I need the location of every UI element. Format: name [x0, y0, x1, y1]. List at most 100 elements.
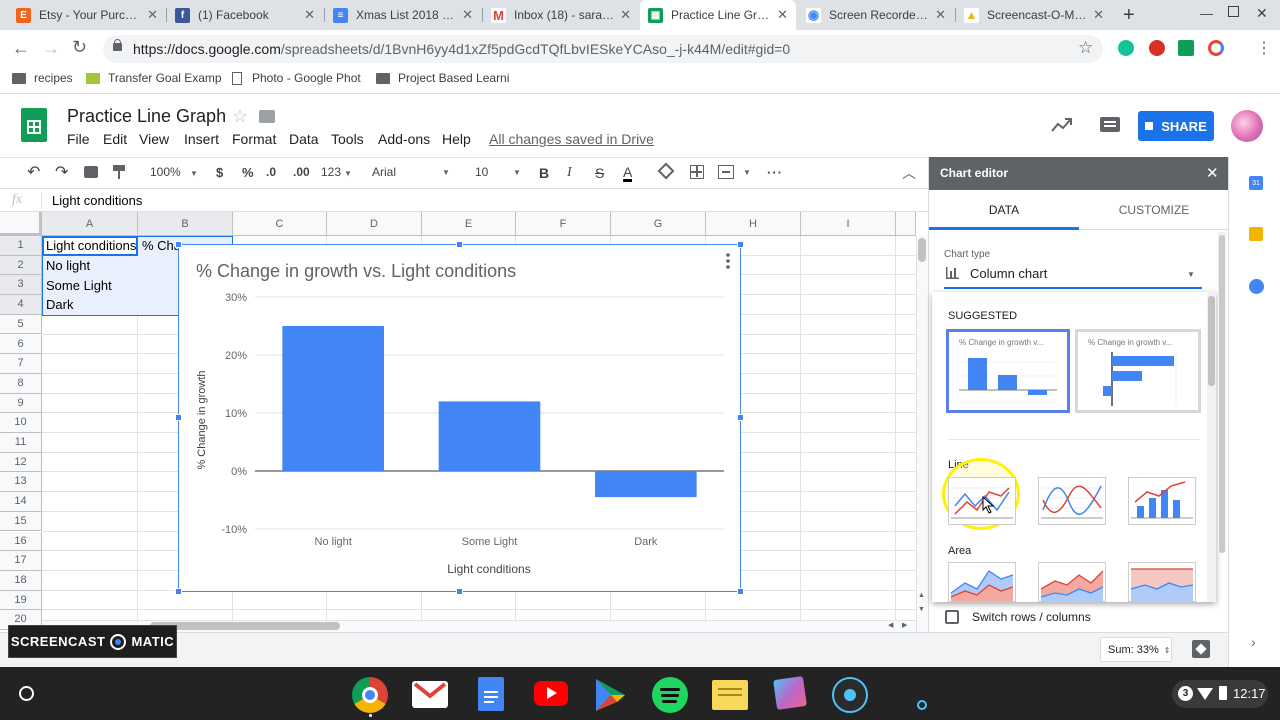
suggested-column-chart[interactable]: % Change in growth v... — [946, 329, 1070, 413]
bookmark-star-icon[interactable]: ☆ — [1078, 38, 1093, 58]
cell-a4[interactable]: Dark — [43, 297, 137, 312]
resize-handle-se[interactable] — [737, 588, 744, 595]
menu-data[interactable]: Data — [289, 131, 319, 147]
currency-format-button[interactable]: $ — [216, 165, 223, 180]
cell-a1[interactable]: Light conditions — [43, 238, 137, 253]
screencast-app-icon[interactable] — [832, 677, 868, 713]
chrome-app-icon[interactable] — [352, 677, 388, 713]
close-icon[interactable]: ✕ — [935, 7, 946, 23]
resize-handle-s[interactable] — [456, 588, 463, 595]
notification-count[interactable]: 3 — [1178, 686, 1193, 701]
sheets-extension-icon[interactable] — [1178, 40, 1194, 56]
row-header-10[interactable]: 10 — [0, 413, 42, 433]
explore-icon[interactable] — [1192, 640, 1210, 658]
select-all-corner[interactable] — [0, 212, 42, 236]
tab-screencast-o-matic[interactable]: ▲ Screencast-O-Matic ✕ — [956, 0, 1112, 30]
recorder-extension-icon[interactable] — [1208, 40, 1224, 56]
editor-scroll-thumb[interactable] — [1219, 235, 1225, 553]
tab-screen-recorder[interactable]: ◉ Screen Recorder Ch ✕ — [798, 0, 954, 30]
more-formats-select[interactable]: 123 ▼ — [321, 165, 352, 179]
minimize-icon[interactable]: — — [1200, 6, 1213, 21]
scroll-left-icon[interactable]: ◀ — [888, 621, 893, 629]
menu-help[interactable]: Help — [442, 131, 471, 147]
reload-icon[interactable]: ↻ — [72, 37, 87, 58]
sheets-logo-icon[interactable] — [21, 108, 47, 142]
window-close-icon[interactable]: ✕ — [1256, 5, 1268, 22]
chrome-menu-icon[interactable]: ⋮ — [1256, 38, 1272, 58]
menu-tools[interactable]: Tools — [331, 131, 364, 147]
embedded-chart[interactable]: % Change in growth vs. Light conditions … — [178, 244, 741, 592]
percent-area-chart-option[interactable] — [1128, 562, 1196, 602]
column-header-b[interactable]: B — [138, 212, 233, 236]
vertical-scrollbar[interactable] — [916, 236, 928, 632]
menu-insert[interactable]: Insert — [184, 131, 219, 147]
tab-data[interactable]: DATA — [929, 190, 1079, 230]
x-axis-title[interactable]: Light conditions — [447, 562, 530, 576]
avatar[interactable] — [1231, 110, 1263, 142]
row-header-8[interactable]: 8 — [0, 373, 42, 394]
new-tab-icon[interactable]: + — [1123, 4, 1135, 27]
row-header-16[interactable]: 16 — [0, 531, 42, 552]
row-header-6[interactable]: 6 — [0, 334, 42, 355]
spotify-app-icon[interactable] — [652, 677, 688, 713]
expand-panel-icon[interactable]: › — [1251, 634, 1256, 650]
chart-bar-some-light[interactable] — [438, 401, 541, 471]
row-header-14[interactable]: 14 — [0, 492, 42, 512]
move-to-folder-icon[interactable] — [259, 110, 275, 123]
row-header-7[interactable]: 7 — [0, 354, 42, 374]
forward-icon[interactable]: → — [42, 38, 60, 59]
dropdown-scroll-thumb[interactable] — [1208, 296, 1215, 386]
row-header-17[interactable]: 17 — [0, 551, 42, 571]
opera-extension-icon[interactable] — [1149, 40, 1165, 56]
row-header-3[interactable]: 3 — [0, 275, 42, 296]
close-icon[interactable]: ✕ — [620, 7, 631, 23]
chart-bar-no-light[interactable] — [282, 326, 384, 471]
column-header-c[interactable]: C — [233, 212, 327, 236]
text-color-button[interactable]: A — [623, 165, 633, 182]
chart-bar-dark[interactable] — [595, 471, 697, 498]
notes-app-icon[interactable] — [712, 680, 748, 710]
scroll-right-icon[interactable]: ▶ — [902, 621, 907, 629]
sum-status[interactable]: Sum: 33% ⇕ — [1100, 637, 1172, 662]
switch-rows-checkbox[interactable] — [945, 610, 959, 624]
suggested-bar-chart[interactable]: % Change in growth v... — [1075, 329, 1201, 413]
column-header-e[interactable]: E — [422, 212, 516, 236]
gmail-app-icon[interactable] — [412, 681, 448, 708]
cell-a2[interactable]: No light — [43, 258, 137, 273]
tab-facebook[interactable]: f (1) Facebook ✕ — [167, 0, 323, 30]
column-header-g[interactable]: G — [611, 212, 706, 236]
maximize-icon[interactable] — [1228, 6, 1239, 17]
docs-app-icon[interactable] — [478, 677, 504, 711]
close-icon[interactable]: ✕ — [777, 7, 788, 23]
row-header-11[interactable]: 11 — [0, 433, 42, 453]
close-icon[interactable]: ✕ — [462, 7, 473, 23]
grammarly-extension-icon[interactable] — [1118, 40, 1134, 56]
chart-title[interactable]: % Change in growth vs. Light conditions — [196, 261, 516, 281]
row-header-15[interactable]: 15 — [0, 511, 42, 532]
explore-trend-icon[interactable] — [1051, 117, 1073, 133]
cell-a3[interactable]: Some Light — [43, 278, 137, 293]
comments-icon[interactable] — [1100, 117, 1120, 132]
horizontal-scroll-thumb[interactable] — [150, 622, 340, 630]
combo-chart-option[interactable] — [1128, 477, 1196, 525]
dropdown-arrow-icon[interactable]: ▼ — [743, 168, 751, 177]
scroll-down-icon[interactable]: ▼ — [918, 606, 925, 613]
calendar-icon[interactable]: 31 — [1249, 176, 1263, 190]
formula-input[interactable]: Light conditions — [52, 193, 142, 208]
merge-cells-icon[interactable] — [718, 165, 734, 179]
back-icon[interactable]: ← — [12, 38, 30, 59]
bookmark-photo[interactable]: Photo - Google Phot — [232, 71, 361, 85]
bookmark-project-based[interactable]: Project Based Learni — [376, 71, 509, 85]
row-header-9[interactable]: 9 — [0, 393, 42, 414]
borders-icon[interactable] — [690, 165, 704, 179]
row-header-2[interactable]: 2 — [0, 255, 42, 276]
tab-gmail-inbox[interactable]: M Inbox (18) - sarah.b ✕ — [483, 0, 639, 30]
resize-handle-e[interactable] — [737, 414, 744, 421]
row-header-18[interactable]: 18 — [0, 570, 42, 591]
share-button[interactable]: SHARE — [1138, 111, 1214, 141]
percent-format-button[interactable]: % — [242, 165, 254, 180]
star-icon[interactable]: ☆ — [232, 106, 248, 127]
menu-addons[interactable]: Add-ons — [378, 131, 430, 147]
font-size-select[interactable]: 10 ▼ — [475, 165, 523, 179]
column-header-i[interactable]: I — [801, 212, 896, 236]
